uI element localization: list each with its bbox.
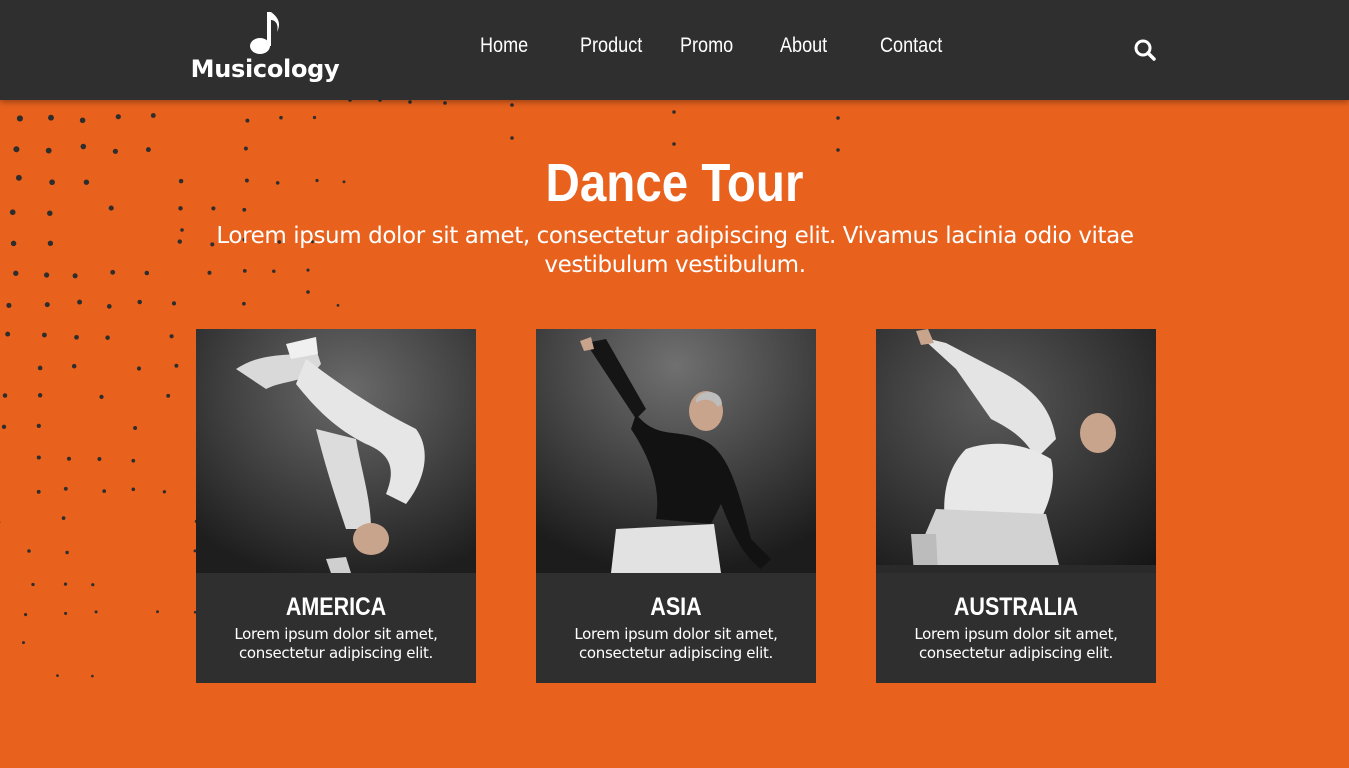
tour-card-america[interactable]: AMERICA Lorem ipsum dolor sit amet, cons…	[196, 329, 476, 683]
main-nav: Home Product Promo About Contact	[480, 34, 980, 58]
dancer-photo	[876, 329, 1156, 573]
card-text: Lorem ipsum dolor sit amet, consectetur …	[574, 625, 778, 662]
card-text: Lorem ipsum dolor sit amet, consectetur …	[234, 625, 438, 662]
brand-logo[interactable]: Musicology	[191, 10, 340, 90]
tour-card-asia[interactable]: ASIA Lorem ipsum dolor sit amet, consect…	[536, 329, 816, 683]
brand-name: Musicology	[190, 55, 340, 83]
tour-card-australia[interactable]: AUSTRALIA Lorem ipsum dolor sit amet, co…	[876, 329, 1156, 683]
page-title: Dance Tour	[545, 153, 804, 213]
nav-product[interactable]: Product	[580, 34, 656, 58]
page-subtitle: Lorem ipsum dolor sit amet, consectetur …	[216, 223, 1134, 278]
card-title: ASIA	[650, 593, 702, 621]
music-note-icon	[250, 12, 279, 54]
search-icon[interactable]	[1133, 38, 1157, 62]
dancer-photo	[196, 329, 476, 573]
nav-promo[interactable]: Promo	[680, 34, 756, 58]
nav-about[interactable]: About	[780, 34, 856, 58]
card-title: AMERICA	[285, 593, 387, 621]
nav-contact[interactable]: Contact	[880, 34, 956, 58]
card-title: AUSTRALIA	[953, 593, 1079, 621]
card-text: Lorem ipsum dolor sit amet, consectetur …	[914, 625, 1118, 662]
dancer-photo	[536, 329, 816, 573]
navbar: Musicology Home Product Promo About Cont…	[0, 0, 1349, 100]
nav-home[interactable]: Home	[480, 34, 556, 58]
